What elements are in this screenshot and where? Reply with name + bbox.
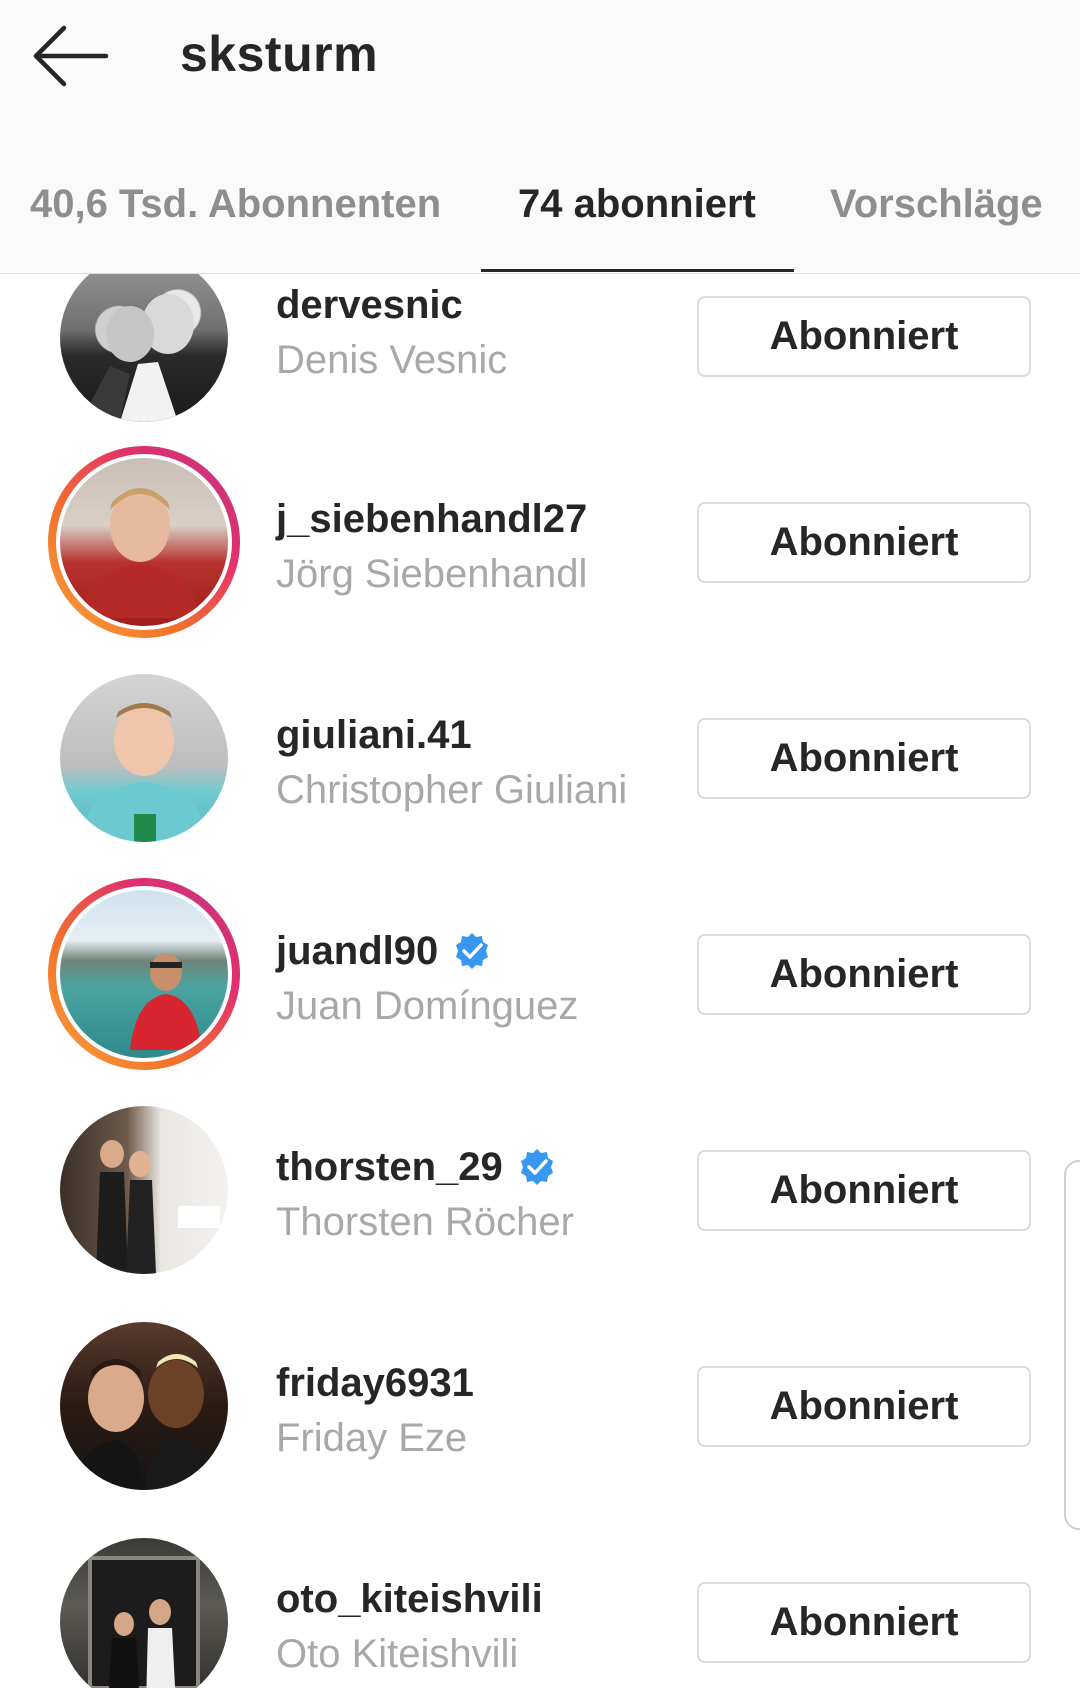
user-info: friday6931 Friday Eze (276, 1358, 474, 1461)
full-name: Friday Eze (276, 1416, 468, 1460)
following-button[interactable]: Abonniert (697, 934, 1031, 1015)
scrollbar-thumb[interactable] (1064, 1160, 1080, 1530)
username[interactable]: j_siebenhandl27 (276, 497, 587, 542)
full-name: Juan Domínguez (276, 984, 579, 1028)
photo-placeholder (80, 488, 200, 618)
list-item[interactable]: friday6931 Friday Eze Abonniert (0, 1310, 1080, 1526)
following-button[interactable]: Abonniert (697, 1582, 1031, 1663)
list-item[interactable]: oto_kiteishvili Oto Kiteishvili Abonnier… (0, 1526, 1080, 1688)
user-info: juandl90 Juan Domínguez (276, 926, 578, 1029)
list-item[interactable]: giuliani.41 Christopher Giuliani Abonnie… (0, 662, 1080, 878)
tab-following[interactable]: 74 abonniert (518, 182, 756, 227)
photo-placeholder (70, 1354, 220, 1490)
username[interactable]: friday6931 (276, 1361, 474, 1406)
tab-followers[interactable]: 40,6 Tsd. Abonnenten (30, 182, 441, 227)
following-button[interactable]: Abonniert (697, 1366, 1031, 1447)
following-button[interactable]: Abonniert (697, 1150, 1031, 1231)
photo-placeholder (96, 1140, 220, 1274)
avatar[interactable] (48, 1094, 240, 1286)
verified-badge-icon (456, 933, 489, 969)
following-button[interactable]: Abonniert (697, 718, 1031, 799)
photo-placeholder (88, 1556, 200, 1688)
photo-placeholder (78, 703, 210, 842)
list-item[interactable]: thorsten_29 Thorsten Röcher Abonniert (0, 1094, 1080, 1310)
active-tab-indicator (481, 269, 794, 272)
avatar[interactable] (48, 878, 240, 1070)
following-button[interactable]: Abonniert (697, 502, 1031, 583)
user-info: thorsten_29 Thorsten Röcher (276, 1142, 574, 1245)
avatar[interactable] (48, 1526, 240, 1688)
photo-placeholder (80, 294, 194, 422)
list-item[interactable]: j_siebenhandl27 Jörg Siebenhandl Abonnie… (0, 446, 1080, 662)
back-button[interactable] (20, 18, 120, 98)
user-info: oto_kiteishvili Oto Kiteishvili (276, 1574, 543, 1677)
avatar[interactable] (48, 662, 240, 854)
full-name: Thorsten Röcher (276, 1200, 574, 1244)
following-list[interactable]: dervesnic Denis Vesnic Abonniert j_siebe… (0, 274, 1080, 1688)
full-name: Oto Kiteishvili (276, 1632, 519, 1676)
full-name: Jörg Siebenhandl (276, 552, 588, 596)
username[interactable]: oto_kiteishvili (276, 1577, 543, 1622)
photo-placeholder (130, 953, 202, 1050)
following-button[interactable]: Abonniert (697, 296, 1031, 377)
list-item[interactable]: juandl90 Juan Domínguez Abonniert (0, 878, 1080, 1094)
page-title: sksturm (180, 26, 379, 82)
avatar[interactable] (48, 274, 240, 434)
full-name: Christopher Giuliani (276, 768, 628, 812)
arrow-left-icon (33, 25, 109, 87)
verified-badge-icon (520, 1149, 553, 1185)
avatar[interactable] (48, 1310, 240, 1502)
username[interactable]: dervesnic (276, 283, 463, 328)
tab-bar: 40,6 Tsd. Abonnenten 74 abonniert Vorsch… (0, 160, 1080, 272)
tab-suggestions[interactable]: Vorschläge (830, 182, 1043, 227)
top-bar: sksturm 40,6 Tsd. Abonnenten 74 abonnier… (0, 0, 1080, 274)
avatar[interactable] (48, 446, 240, 638)
list-item[interactable]: dervesnic Denis Vesnic Abonniert (0, 274, 1080, 446)
user-info: dervesnic Denis Vesnic (276, 280, 507, 383)
full-name: Denis Vesnic (276, 338, 508, 382)
user-info: j_siebenhandl27 Jörg Siebenhandl (276, 494, 587, 597)
username[interactable]: juandl90 (276, 929, 438, 974)
user-info: giuliani.41 Christopher Giuliani (276, 710, 627, 813)
username[interactable]: thorsten_29 (276, 1145, 503, 1190)
username[interactable]: giuliani.41 (276, 713, 472, 758)
